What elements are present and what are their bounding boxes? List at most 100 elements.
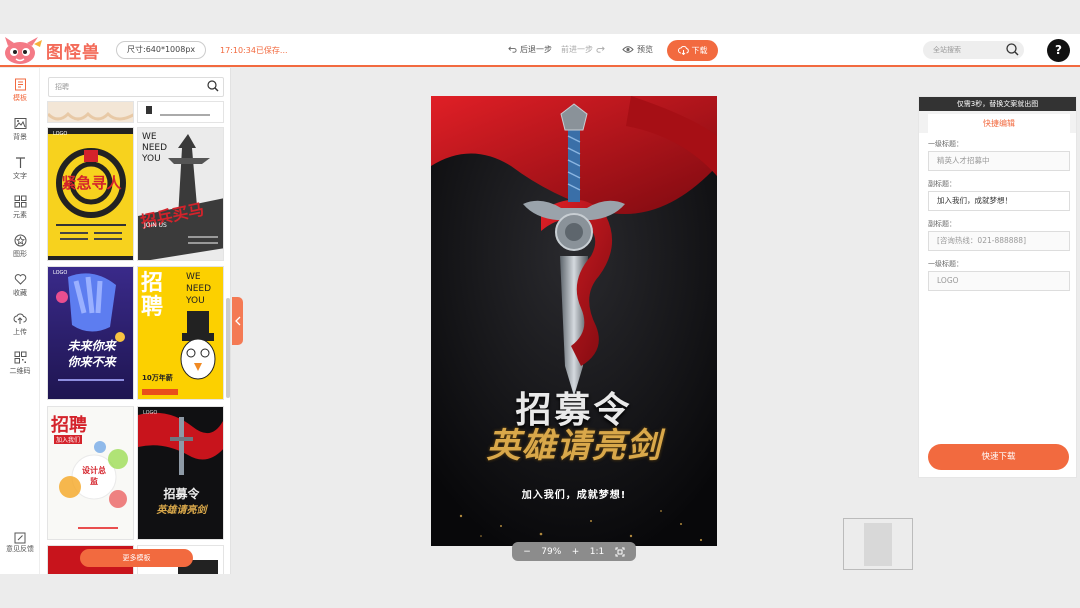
- edit-feedback-icon: [14, 532, 26, 544]
- poster-canvas[interactable]: 招募令 英雄请亮剑 加入我们，成就梦想!: [431, 96, 717, 546]
- field-label: 副标题：: [928, 220, 956, 228]
- upload-icon: [13, 313, 27, 324]
- panel-collapse-toggle[interactable]: [232, 297, 243, 345]
- browser-top-strip: [0, 0, 1080, 34]
- template-card-title: 招聘: [51, 415, 87, 436]
- template-search-input[interactable]: 招聘: [48, 77, 224, 97]
- rail-label: 背景: [13, 132, 27, 141]
- eye-icon: [622, 46, 634, 53]
- rail-item-favorites[interactable]: 收藏: [0, 267, 40, 303]
- template-icon: [14, 78, 26, 90]
- background-icon: [14, 117, 26, 129]
- more-templates-button[interactable]: 更多模板: [80, 549, 193, 567]
- rail-item-template[interactable]: 模板: [0, 72, 40, 108]
- mascot-logo-icon: [0, 34, 44, 67]
- qrcode-icon: [14, 351, 26, 363]
- search-icon[interactable]: [1006, 43, 1019, 56]
- save-status: 17:10:34已保存...: [220, 46, 288, 55]
- template-card[interactable]: 招聘 WE NEED YOU 10万年薪: [137, 266, 224, 400]
- field-label: 一级标题：: [928, 260, 963, 268]
- zoom-in-button[interactable]: +: [572, 547, 580, 557]
- template-card-logo: LOGO: [53, 270, 68, 276]
- template-card-title: 招募令: [163, 487, 200, 501]
- tab-quick-edit[interactable]: 快捷编辑: [928, 114, 1070, 133]
- rail-label: 二维码: [9, 366, 31, 375]
- feedback-label: 意见反馈: [6, 545, 34, 553]
- poster-slogan[interactable]: 加入我们，成就梦想!: [431, 486, 717, 501]
- rail-item-qrcode[interactable]: 二维码: [0, 345, 40, 381]
- template-thumb-partial[interactable]: [47, 101, 134, 123]
- brand-name: 图怪兽: [46, 43, 100, 63]
- template-card[interactable]: LOGO 未来你来 你来不来: [47, 266, 134, 400]
- search-icon[interactable]: [207, 80, 219, 92]
- canvas-minimap[interactable]: [843, 518, 913, 570]
- cloud-download-icon: [677, 46, 689, 55]
- template-card-lines: WE NEED YOU: [142, 132, 167, 165]
- subtitle-field[interactable]: 加入我们，成就梦想！: [928, 191, 1070, 211]
- template-scrollbar[interactable]: [226, 298, 230, 398]
- template-line: NEED: [186, 284, 212, 294]
- template-line: WE: [186, 272, 201, 282]
- template-card-title: 紧急寻人: [61, 174, 122, 192]
- user-avatar[interactable]: ?: [1047, 39, 1070, 62]
- editor-app: 图怪兽 尺寸:640*1008px 17:10:34已保存... 后退一步 前进…: [0, 0, 1080, 608]
- rail-label: 图形: [13, 249, 27, 258]
- rail-item-shapes[interactable]: 图形: [0, 228, 40, 264]
- zoom-actual-size-button[interactable]: 1:1: [590, 547, 604, 557]
- quick-edit-notice: 仅需3秒，替换文案就出图: [919, 97, 1076, 111]
- rail-label: 收藏: [13, 288, 27, 297]
- template-panel: 招聘 紧急寻人 LOGO WE NEED YOU 招兵买马 JOIN US LO…: [40, 68, 231, 574]
- zoom-control: − 79% + 1:1: [512, 542, 636, 561]
- minimap-page: [864, 523, 892, 566]
- rail-item-text[interactable]: 文字: [0, 150, 40, 186]
- template-card-title: 未来你来: [67, 339, 116, 353]
- rail-item-upload[interactable]: 上传: [0, 306, 40, 342]
- undo-button[interactable]: 后退一步: [508, 44, 552, 55]
- tool-rail: 模板 背景 文字 元素 图形 收藏 上传 二维码: [0, 68, 40, 574]
- rail-label: 模板: [13, 93, 27, 102]
- rail-label: 文字: [13, 171, 27, 180]
- template-card-subtitle: 10万年薪: [142, 374, 173, 382]
- title-field[interactable]: 精英人才招募中: [928, 151, 1070, 171]
- field-label: 副标题：: [928, 180, 956, 188]
- template-card-lines: WE NEED YOU: [186, 271, 211, 307]
- template-card[interactable]: WE NEED YOU 招兵买马 JOIN US: [137, 127, 224, 261]
- rail-item-elements[interactable]: 元素: [0, 189, 40, 225]
- redo-icon: [596, 46, 605, 53]
- quick-edit-tabbar: 快捷编辑: [919, 111, 1076, 133]
- download-label: 下载: [691, 46, 708, 55]
- download-button[interactable]: 下载: [667, 40, 718, 61]
- logo-field[interactable]: LOGO: [928, 271, 1070, 291]
- feedback-button[interactable]: 意见反馈: [0, 532, 40, 554]
- quick-download-button[interactable]: 快速下载: [928, 444, 1069, 470]
- redo-button[interactable]: 前进一步: [561, 44, 605, 55]
- canvas-size-pill[interactable]: 尺寸:640*1008px: [116, 41, 207, 59]
- field-label: 一级标题：: [928, 140, 963, 148]
- template-card[interactable]: 招聘 加入我们 设计总监: [47, 406, 134, 540]
- template-card[interactable]: 紧急寻人 LOGO: [47, 127, 134, 261]
- template-line: YOU: [142, 154, 161, 164]
- template-card-title: 招聘: [141, 270, 164, 320]
- template-card-selected[interactable]: 招募令 英雄请亮剑 LOGO: [137, 406, 224, 540]
- brand-logo[interactable]: 图怪兽: [0, 34, 100, 67]
- fit-screen-icon[interactable]: [615, 547, 625, 557]
- elements-icon: [14, 195, 26, 207]
- rail-label: 元素: [13, 210, 27, 219]
- template-card-logo: LOGO: [53, 131, 68, 137]
- template-line: WE: [142, 132, 157, 142]
- poster-subtitle[interactable]: 英雄请亮剑: [431, 418, 717, 467]
- template-card-subtitle: 加入我们: [54, 435, 83, 444]
- preview-button[interactable]: 预览: [622, 44, 653, 55]
- template-thumb-partial[interactable]: [137, 101, 224, 123]
- quick-edit-panel: 仅需3秒，替换文案就出图 快捷编辑 一级标题： 精英人才招募中 副标题： 加入我…: [918, 96, 1077, 478]
- hotline-field[interactable]: [咨询热线：021-888888]: [928, 231, 1070, 251]
- zoom-out-button[interactable]: −: [523, 547, 531, 557]
- template-line: NEED: [142, 143, 168, 153]
- preview-label: 预览: [637, 45, 653, 54]
- undo-label: 后退一步: [520, 45, 552, 54]
- shapes-icon: [14, 234, 26, 246]
- zoom-percent: 79%: [541, 546, 562, 557]
- rail-item-background[interactable]: 背景: [0, 111, 40, 147]
- text-icon: [15, 156, 25, 168]
- redo-label: 前进一步: [561, 45, 593, 54]
